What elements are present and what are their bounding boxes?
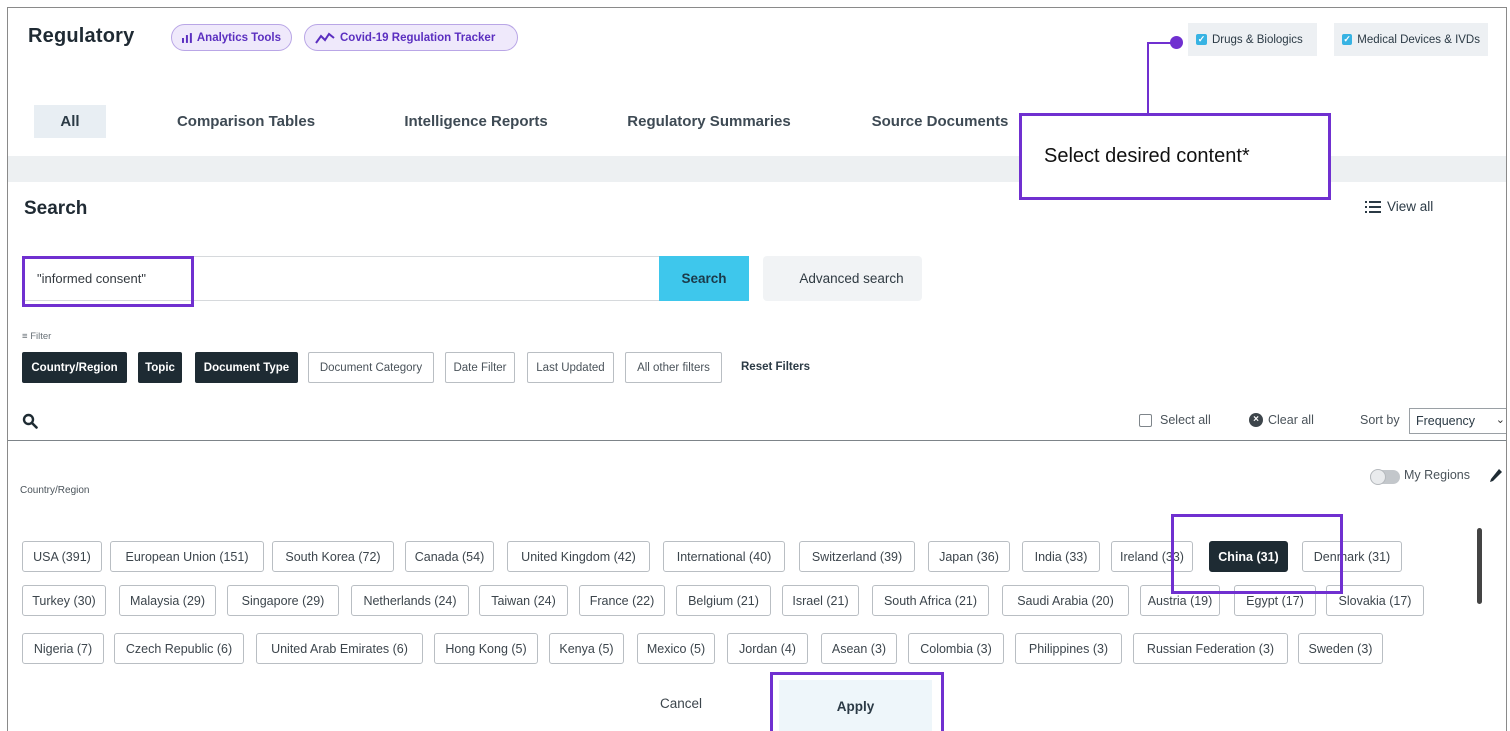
filter-label: ≡ Filter <box>22 331 51 342</box>
search-highlight-box <box>22 256 194 307</box>
region-list-scrollbar[interactable] <box>1477 528 1482 604</box>
search-title: Search <box>24 198 88 219</box>
chip-nigeria[interactable]: Nigeria (7) <box>22 633 104 664</box>
chip-international[interactable]: International (40) <box>663 541 785 572</box>
covid-tracker-label: Covid-19 Regulation Tracker <box>340 31 496 44</box>
chip-hong-kong[interactable]: Hong Kong (5) <box>434 633 538 664</box>
filter-topic[interactable]: Topic <box>138 352 182 383</box>
filter-label-text: Filter <box>30 331 52 342</box>
sort-value: Frequency <box>1416 414 1476 428</box>
covid-tracker-pill[interactable]: Covid-19 Regulation Tracker <box>304 24 518 51</box>
checkbox-checked-icon[interactable]: ✓ <box>1342 34 1353 45</box>
select-all-label: Select all <box>1160 413 1211 427</box>
tab-source-documents[interactable]: Source Documents <box>865 105 1015 138</box>
cancel-button[interactable]: Cancel <box>660 696 702 711</box>
filter-country-region[interactable]: Country/Region <box>22 352 127 383</box>
chip-france[interactable]: France (22) <box>579 585 665 616</box>
filter-last-updated[interactable]: Last Updated <box>527 352 614 383</box>
chip-israel[interactable]: Israel (21) <box>782 585 859 616</box>
medical-devices-toggle[interactable]: ✓ Medical Devices & IVDs <box>1334 23 1488 56</box>
apply-highlight-box <box>770 672 944 731</box>
country-region-heading: Country/Region <box>20 485 90 496</box>
toggle-knob <box>1370 469 1386 485</box>
view-all-link[interactable]: View all <box>1365 199 1433 214</box>
sort-select[interactable]: Frequency ⌄ <box>1409 408 1506 434</box>
close-circle-icon: × <box>1249 413 1263 427</box>
chip-india[interactable]: India (33) <box>1022 541 1100 572</box>
chip-singapore[interactable]: Singapore (29) <box>227 585 339 616</box>
chip-switzerland[interactable]: Switzerland (39) <box>799 541 915 572</box>
chip-asean[interactable]: Asean (3) <box>821 633 897 664</box>
drugs-biologics-toggle[interactable]: ✓ Drugs & Biologics <box>1188 23 1317 56</box>
filter-document-category[interactable]: Document Category <box>308 352 434 383</box>
my-regions-toggle[interactable] <box>1370 469 1400 485</box>
callout-connector <box>1147 42 1177 113</box>
chip-turkey[interactable]: Turkey (30) <box>22 585 106 616</box>
app-window: Regulatory Analytics Tools Covid-19 Regu… <box>7 7 1507 731</box>
tab-comparison-tables[interactable]: Comparison Tables <box>168 105 324 138</box>
chip-jordan[interactable]: Jordan (4) <box>727 633 808 664</box>
brand-title: Regulatory <box>28 25 135 47</box>
search-button[interactable]: Search <box>659 256 749 301</box>
callout-box: Select desired content* <box>1019 113 1331 200</box>
checkbox-checked-icon[interactable]: ✓ <box>1196 34 1207 45</box>
chip-taiwan[interactable]: Taiwan (24) <box>479 585 568 616</box>
chip-kenya[interactable]: Kenya (5) <box>549 633 624 664</box>
sort-by-label: Sort by <box>1360 413 1400 427</box>
filter-document-type[interactable]: Document Type <box>195 352 298 383</box>
reset-filters-link[interactable]: Reset Filters <box>741 361 810 373</box>
chip-usa[interactable]: USA (391) <box>22 541 102 572</box>
tab-regulatory-summaries[interactable]: Regulatory Summaries <box>617 105 801 138</box>
list-icon <box>1365 200 1381 213</box>
analytics-tools-label: Analytics Tools <box>196 31 281 44</box>
drugs-biologics-label: Drugs & Biologics <box>1212 33 1303 46</box>
checkbox-empty-icon[interactable] <box>1139 413 1152 427</box>
tab-all[interactable]: All <box>34 105 106 138</box>
bar-chart-icon <box>182 32 192 43</box>
chip-mexico[interactable]: Mexico (5) <box>637 633 715 664</box>
callout-dot <box>1170 36 1183 49</box>
chip-european-union[interactable]: European Union (151) <box>110 541 264 572</box>
filter-date[interactable]: Date Filter <box>445 352 515 383</box>
china-highlight-box <box>1171 514 1343 594</box>
chip-netherlands[interactable]: Netherlands (24) <box>351 585 469 616</box>
chip-belgium[interactable]: Belgium (21) <box>676 585 771 616</box>
tab-intelligence-reports[interactable]: Intelligence Reports <box>391 105 561 138</box>
clear-all-label: Clear all <box>1268 413 1314 427</box>
view-all-label: View all <box>1387 199 1434 214</box>
chip-sweden[interactable]: Sweden (3) <box>1298 633 1383 664</box>
chip-czech-republic[interactable]: Czech Republic (6) <box>114 633 244 664</box>
pencil-icon[interactable] <box>1489 468 1503 484</box>
chip-philippines[interactable]: Philippines (3) <box>1015 633 1122 664</box>
chip-united-kingdom[interactable]: United Kingdom (42) <box>507 541 650 572</box>
trend-line-icon <box>315 32 335 44</box>
chip-malaysia[interactable]: Malaysia (29) <box>119 585 216 616</box>
chip-saudi-arabia[interactable]: Saudi Arabia (20) <box>1002 585 1129 616</box>
medical-devices-label: Medical Devices & IVDs <box>1357 33 1480 46</box>
chip-russian-federation[interactable]: Russian Federation (3) <box>1133 633 1288 664</box>
filter-lines-icon: ≡ <box>22 331 28 342</box>
my-regions-label: My Regions <box>1404 468 1470 482</box>
chip-colombia[interactable]: Colombia (3) <box>908 633 1004 664</box>
chip-south-africa[interactable]: South Africa (21) <box>872 585 989 616</box>
clear-all-button[interactable]: × Clear all <box>1249 413 1314 427</box>
chip-united-arab-emirates[interactable]: United Arab Emirates (6) <box>256 633 423 664</box>
search-icon[interactable] <box>22 413 38 429</box>
chip-japan[interactable]: Japan (36) <box>928 541 1010 572</box>
advanced-search-button[interactable]: Advanced search <box>763 256 922 301</box>
analytics-tools-pill[interactable]: Analytics Tools <box>171 24 292 51</box>
select-all-checkbox[interactable]: Select all <box>1139 413 1211 427</box>
chevron-down-icon: ⌄ <box>1495 414 1505 426</box>
chip-south-korea[interactable]: South Korea (72) <box>272 541 394 572</box>
chip-canada[interactable]: Canada (54) <box>405 541 494 572</box>
filter-all-other[interactable]: All other filters <box>625 352 722 383</box>
